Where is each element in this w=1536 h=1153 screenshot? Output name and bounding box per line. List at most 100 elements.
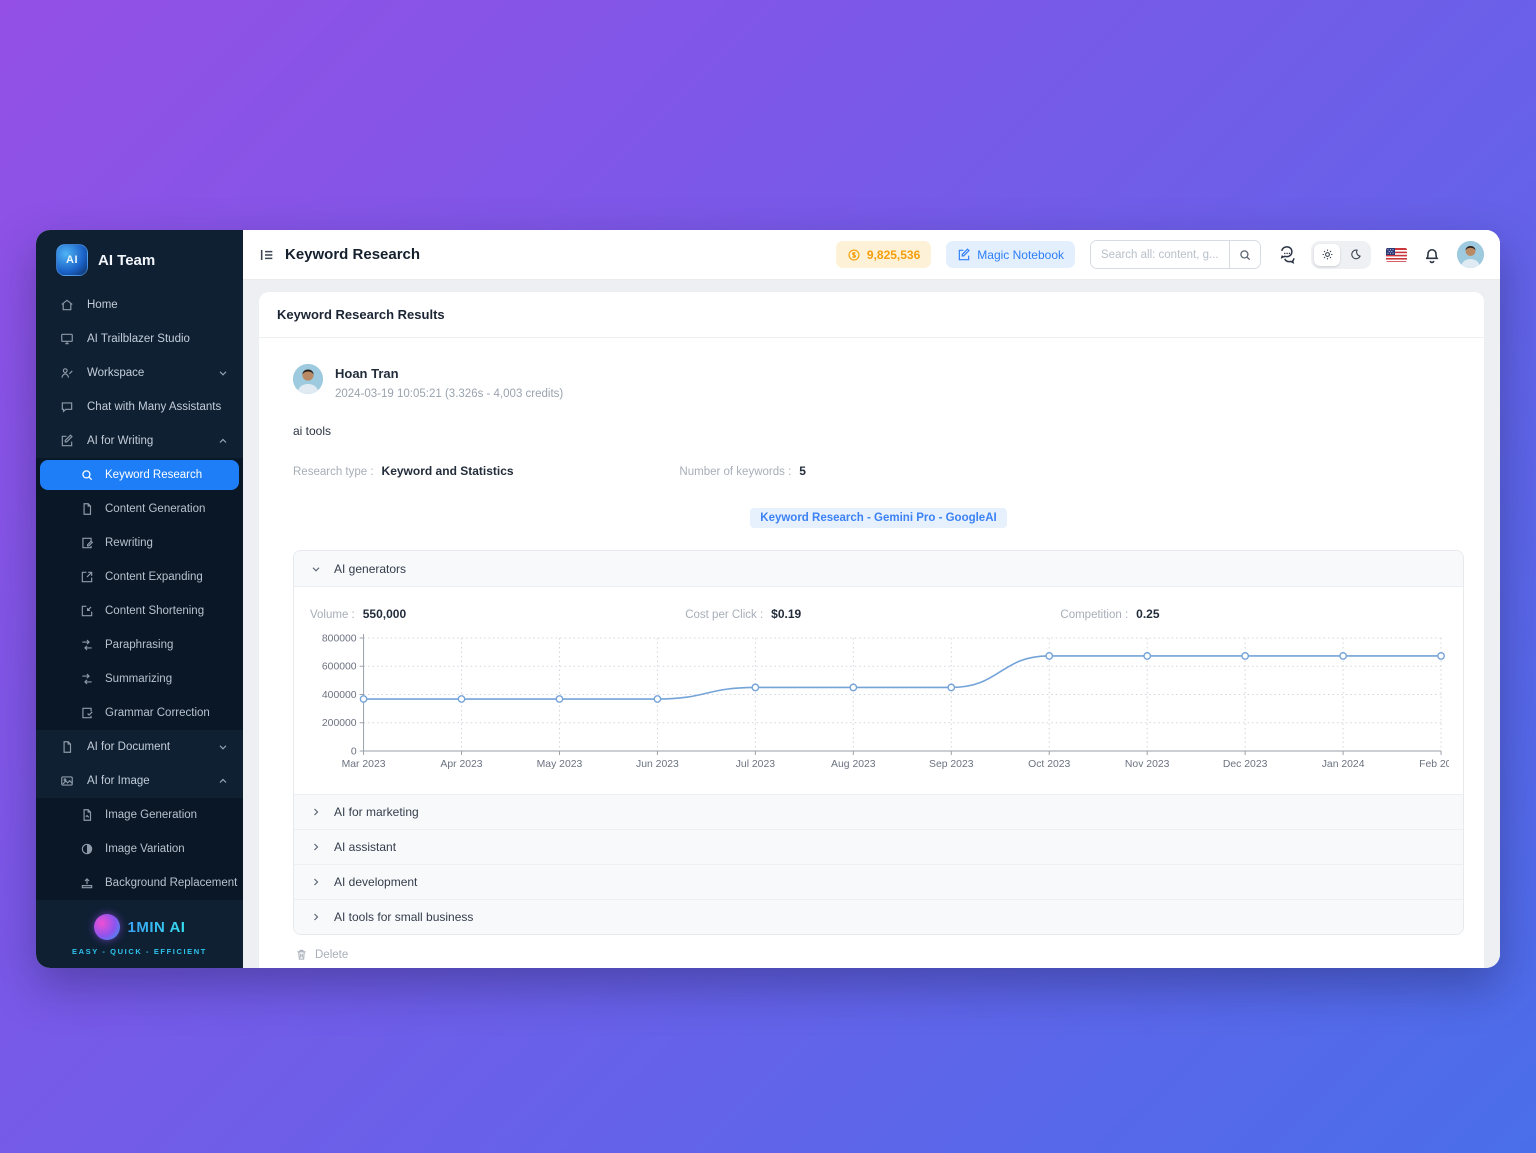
research-type-label: Research type : <box>293 466 374 478</box>
sidebar-item-label: AI for Writing <box>87 435 204 447</box>
sidebar-item-label: Image Generation <box>105 809 197 821</box>
accordion-ai-development[interactable]: AI development <box>294 864 1463 899</box>
feedback-chat-icon[interactable] <box>1276 245 1296 265</box>
theme-toggle <box>1311 241 1371 269</box>
search-input[interactable] <box>1091 241 1229 268</box>
app-name: AI Team <box>98 252 155 269</box>
sidebar-item-label: AI for Document <box>87 741 204 753</box>
sidebar-item-keyword-research[interactable]: Keyword Research <box>40 460 239 490</box>
cpc-value: $0.19 <box>771 607 801 621</box>
competition-value: 0.25 <box>1136 607 1159 621</box>
svg-text:Mar 2023: Mar 2023 <box>342 759 386 770</box>
file-check-icon <box>80 706 94 720</box>
content-area: Keyword Research Results Hoan Tran 2024-… <box>243 280 1500 968</box>
notebook-pen-icon <box>957 248 971 262</box>
chevron-up-icon <box>217 775 229 787</box>
user-avatar[interactable] <box>1457 241 1484 268</box>
sidebar-item-paraphrasing[interactable]: Paraphrasing <box>36 628 243 662</box>
volume-chart: 0200000400000600000800000Mar 2023Apr 202… <box>308 631 1449 783</box>
sidebar-item-summarizing[interactable]: Summarizing <box>36 662 243 696</box>
list-outdent-icon[interactable] <box>259 247 275 263</box>
model-badge[interactable]: Keyword Research - Gemini Pro - GoogleAI <box>750 508 1006 528</box>
volume-label: Volume : <box>310 609 355 621</box>
chevron-right-icon <box>310 841 322 853</box>
sidebar-item-content-expanding[interactable]: Content Expanding <box>36 560 243 594</box>
image-icon <box>60 774 74 788</box>
results-card: Keyword Research Results Hoan Tran 2024-… <box>259 292 1484 968</box>
pencil-square-icon <box>60 434 74 448</box>
app-logo[interactable]: AI AI Team <box>36 230 243 288</box>
page-title: Keyword Research <box>285 246 420 263</box>
accordion-label: AI assistant <box>334 840 396 854</box>
competition-label: Competition : <box>1060 609 1128 621</box>
accordion-ai-tools-small-business[interactable]: AI tools for small business <box>294 899 1463 934</box>
global-search <box>1090 240 1261 269</box>
sidebar-item-ai-for-writing[interactable]: AI for Writing <box>36 424 243 458</box>
svg-text:May 2023: May 2023 <box>537 759 583 770</box>
svg-text:600000: 600000 <box>322 662 357 673</box>
sidebar-item-content-generation[interactable]: Content Generation <box>36 492 243 526</box>
sidebar-item-label: Image Variation <box>105 843 185 855</box>
sidebar-item-label: Keyword Research <box>105 469 202 481</box>
sidebar-item-grammar-correction[interactable]: Grammar Correction <box>36 696 243 730</box>
chevron-down-icon <box>310 563 322 575</box>
accordion-ai-for-marketing[interactable]: AI for marketing <box>294 794 1463 829</box>
result-user-row: Hoan Tran 2024-03-19 10:05:21 (3.326s - … <box>293 364 1464 400</box>
sidebar-item-content-shortening[interactable]: Content Shortening <box>36 594 243 628</box>
sidebar-item-ai-for-document[interactable]: AI for Document <box>36 730 243 764</box>
collapse-arrows-icon <box>80 672 94 686</box>
sidebar-item-trailblazer-studio[interactable]: AI Trailblazer Studio <box>36 322 243 356</box>
document-icon <box>60 740 74 754</box>
search-button[interactable] <box>1229 241 1260 268</box>
topbar: Keyword Research 9,825,536 Magic Noteboo… <box>243 230 1500 280</box>
sidebar-item-chat-many-assistants[interactable]: Chat with Many Assistants <box>36 390 243 424</box>
sidebar: AI AI Team Home AI Trailblazer Studio Wo… <box>36 230 243 968</box>
magic-notebook-button[interactable]: Magic Notebook <box>946 241 1075 268</box>
sidebar-item-label: Home <box>87 299 229 311</box>
sidebar-item-rewriting[interactable]: Rewriting <box>36 526 243 560</box>
moon-icon <box>1349 248 1362 261</box>
svg-text:Jul 2023: Jul 2023 <box>736 759 776 770</box>
delete-button[interactable]: Delete <box>295 948 1464 961</box>
sidebar-item-label: Content Generation <box>105 503 205 515</box>
sidebar-item-background-replacement[interactable]: Background Replacement <box>36 866 243 900</box>
brand-name: 1MIN AI <box>128 919 186 936</box>
expand-square-icon <box>80 570 94 584</box>
svg-text:400000: 400000 <box>322 690 357 701</box>
sidebar-item-workspace[interactable]: Workspace <box>36 356 243 390</box>
ai-generators-panel: Volume : 550,000 Cost per Click : $0.19 … <box>294 586 1463 794</box>
result-timestamp: 2024-03-19 10:05:21 (3.326s - 4,003 cred… <box>335 388 563 400</box>
keyword-accordion-group: AI generators Volume : 550,000 Cost per … <box>293 550 1464 935</box>
sidebar-item-home[interactable]: Home <box>36 288 243 322</box>
sidebar-item-image-generation[interactable]: Image Generation <box>36 798 243 832</box>
magic-notebook-label: Magic Notebook <box>977 248 1064 262</box>
search-icon <box>1238 248 1252 262</box>
sidebar-item-image-variation[interactable]: Image Variation <box>36 832 243 866</box>
volume-value: 550,000 <box>363 607 406 621</box>
file-icon <box>80 502 94 516</box>
delete-label: Delete <box>315 949 348 961</box>
accordion-ai-generators[interactable]: AI generators <box>294 551 1463 586</box>
home-icon <box>60 298 74 312</box>
brand-tagline: EASY - QUICK - EFFICIENT <box>36 947 243 956</box>
notifications-bell-icon[interactable] <box>1422 245 1442 265</box>
sidebar-item-label: AI for Image <box>87 775 204 787</box>
chevron-right-icon <box>310 876 322 888</box>
result-user-avatar <box>293 364 323 394</box>
light-mode-button[interactable] <box>1314 244 1340 266</box>
file-pen-icon <box>80 536 94 550</box>
svg-text:0: 0 <box>351 746 357 757</box>
language-flag-us[interactable] <box>1386 248 1407 262</box>
dark-mode-button[interactable] <box>1342 244 1368 266</box>
writing-submenu: Keyword Research Content Generation Rewr… <box>36 458 243 730</box>
monitor-icon <box>60 332 74 346</box>
accordion-ai-assistant[interactable]: AI assistant <box>294 829 1463 864</box>
sidebar-item-label: Paraphrasing <box>105 639 173 651</box>
volume-chart-wrap: 0200000400000600000800000Mar 2023Apr 202… <box>308 631 1449 788</box>
sidebar-item-label: Rewriting <box>105 537 153 549</box>
credits-badge[interactable]: 9,825,536 <box>836 241 931 268</box>
sidebar-item-ai-for-image[interactable]: AI for Image <box>36 764 243 798</box>
svg-text:Sep 2023: Sep 2023 <box>929 759 974 770</box>
chevron-down-icon <box>217 367 229 379</box>
sidebar-item-label: Summarizing <box>105 673 172 685</box>
